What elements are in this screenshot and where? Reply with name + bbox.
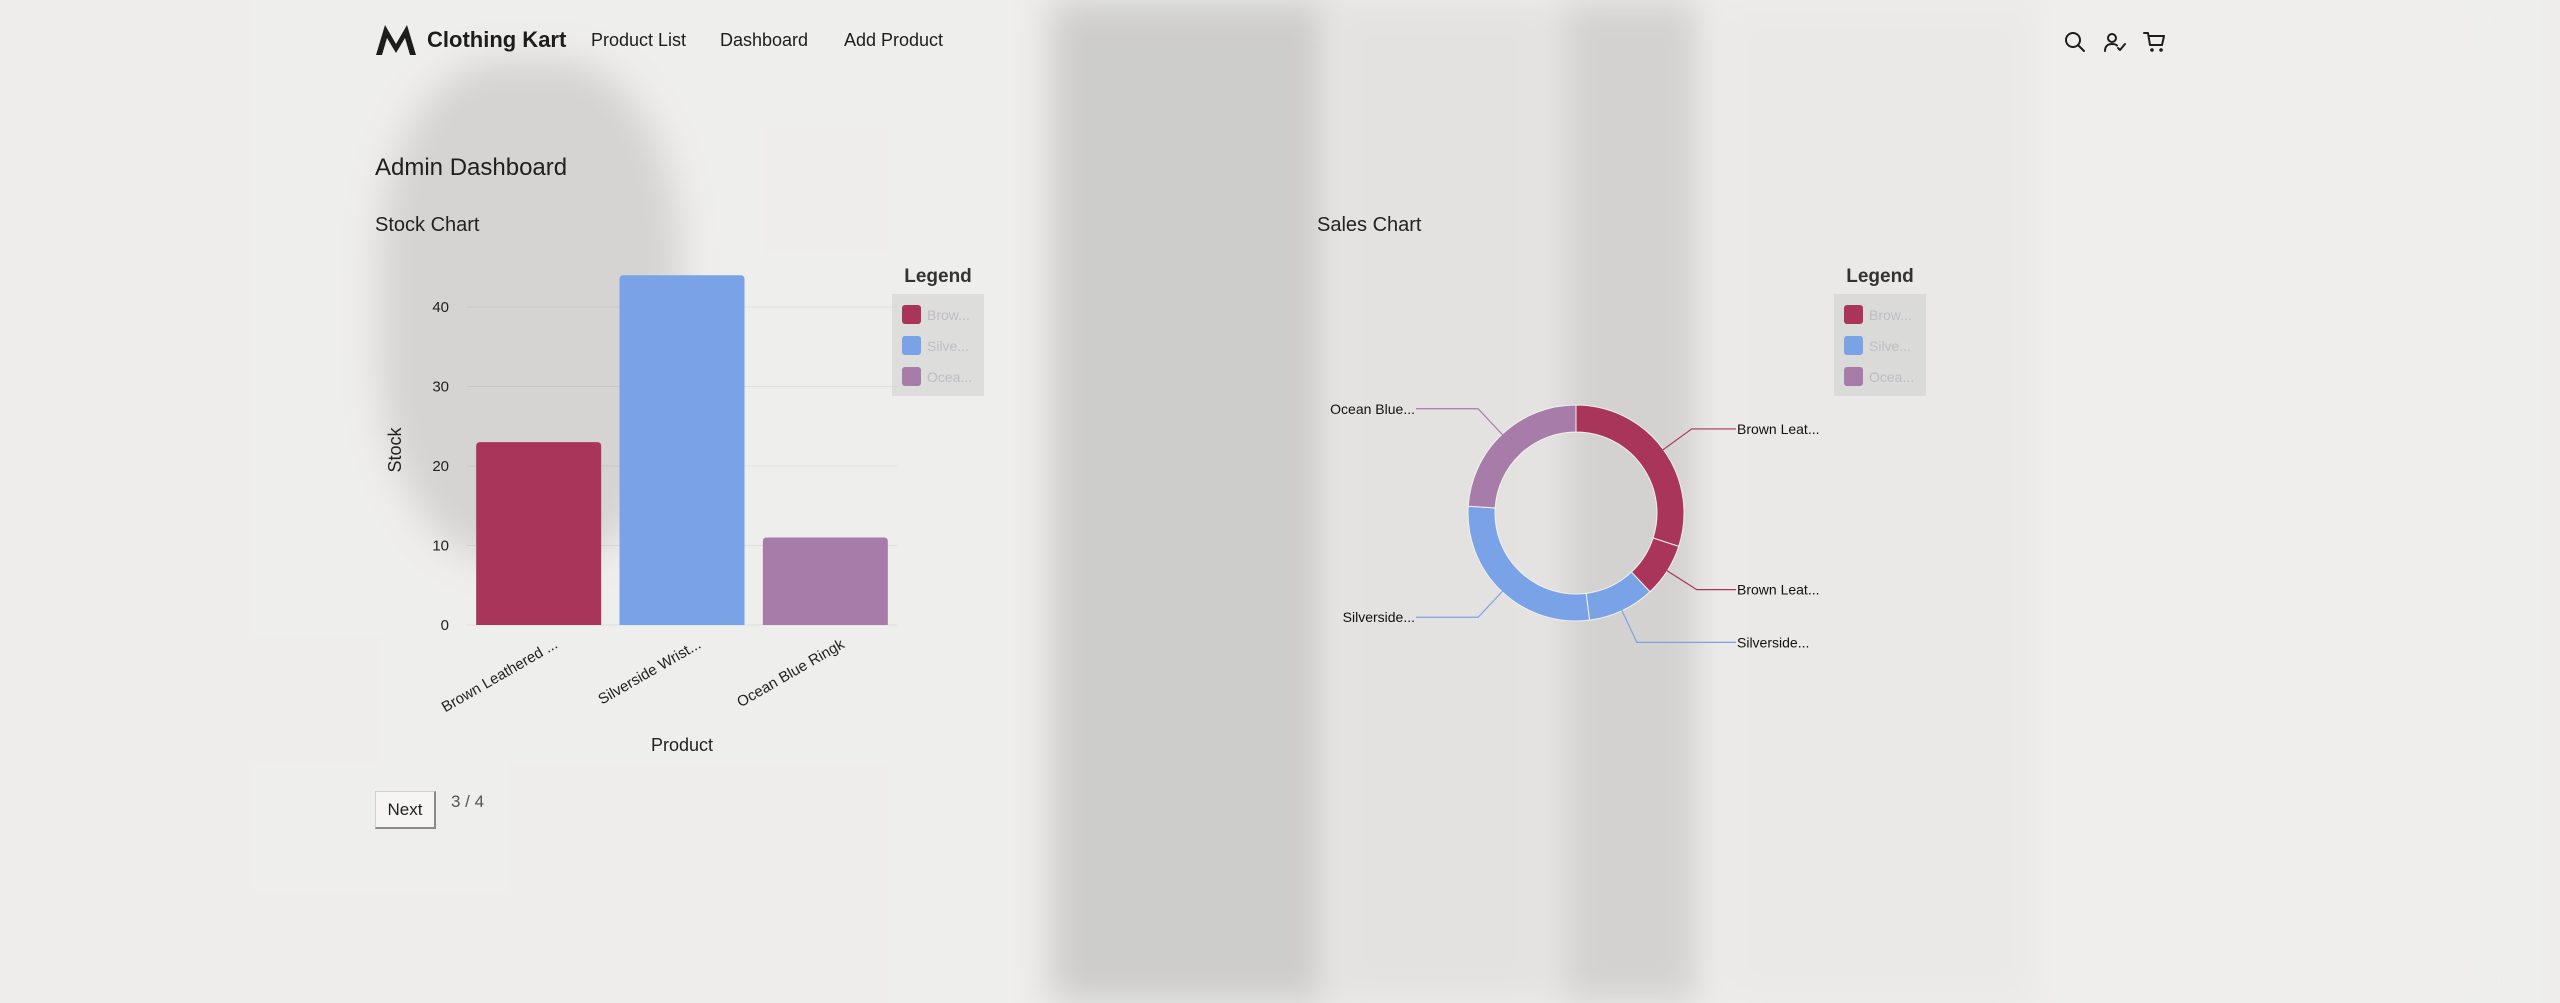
legend-swatch [902, 305, 921, 324]
legend-title: Legend [904, 266, 972, 287]
next-button[interactable]: Next [375, 791, 436, 829]
slice-label: Silverside... [1343, 609, 1415, 625]
legend-item-silver[interactable]: Silve... [892, 330, 984, 361]
bar[interactable] [619, 275, 745, 625]
cart-icon[interactable] [2143, 30, 2167, 54]
x-tick-label: Ocean Blue Ringk [734, 635, 848, 710]
page-title: Admin Dashboard [375, 154, 568, 181]
slice-label: Brown Leat... [1737, 582, 1820, 598]
legend-swatch [1844, 336, 1863, 355]
legend-label: Brow... [927, 306, 970, 323]
legend-swatch [902, 367, 921, 386]
legend-label: Silve... [1869, 337, 1912, 354]
page-indicator: 3 / 4 [451, 792, 485, 811]
legend-label: Ocea... [927, 368, 973, 385]
legend-label: Brow... [1869, 306, 1912, 323]
legend-item-ocean[interactable]: Ocea... [1834, 361, 1926, 392]
nav-dashboard[interactable]: Dashboard [720, 30, 808, 51]
donut-slice[interactable] [1575, 404, 1685, 548]
slice-label: Brown Leat... [1737, 421, 1820, 437]
leader-line [1416, 589, 1504, 618]
stock-chart-title: Stock Chart [375, 214, 480, 236]
nav-product-list[interactable]: Product List [591, 30, 686, 51]
y-tick-label: 0 [441, 617, 449, 634]
sales-chart-title: Sales Chart [1317, 214, 1422, 236]
y-tick-label: 40 [432, 299, 449, 316]
legend-label: Ocea... [1869, 368, 1915, 385]
legend-swatch [902, 336, 921, 355]
x-axis-title: Product [651, 735, 713, 755]
sales-donut-chart: Brown Leat... Brown Leat... Silverside... S… [1330, 401, 1820, 651]
legend-label: Silve... [927, 337, 970, 354]
bar[interactable] [762, 537, 888, 625]
slice-label: Silverside... [1737, 634, 1809, 650]
legend-item-silver[interactable]: Silve... [1834, 330, 1926, 361]
y-tick-label: 10 [432, 538, 449, 555]
x-tick-label: Brown Leathered ... [439, 636, 561, 716]
y-tick-label: 20 [432, 458, 449, 475]
leader-line [1416, 408, 1504, 437]
brand-name: Clothing Kart [427, 27, 567, 52]
leader-line [1665, 569, 1736, 591]
brand-logo[interactable]: Clothing Kart [375, 24, 566, 56]
legend-item-brown[interactable]: Brow... [892, 299, 984, 330]
x-tick-label: Silverside Wrist... [595, 636, 704, 709]
bar[interactable] [476, 442, 602, 625]
y-axis-title: Stock [385, 426, 405, 472]
donut-slice[interactable] [1467, 404, 1577, 509]
legend-swatch [1844, 305, 1863, 324]
nav-add-product[interactable]: Add Product [844, 30, 943, 51]
legend-swatch [1844, 367, 1863, 386]
stock-chart-legend: Legend Brow... Silve... Ocea... [892, 266, 984, 396]
user-check-icon[interactable] [2103, 30, 2127, 54]
donut-slice[interactable] [1467, 505, 1591, 622]
leader-line [1661, 428, 1736, 452]
legend-item-brown[interactable]: Brow... [1834, 299, 1926, 330]
leader-line [1620, 608, 1736, 643]
stock-bar-chart: 0 10 20 30 40 Brown Leathered ... Silverside W… [385, 275, 897, 755]
sales-chart-legend: Legend Brow... Silve... Ocea... [1834, 266, 1926, 396]
slice-label: Ocean Blue... [1330, 401, 1415, 417]
search-icon[interactable] [2063, 30, 2087, 54]
y-tick-label: 30 [432, 379, 449, 396]
brand-mark-icon [376, 25, 416, 55]
legend-title: Legend [1846, 266, 1914, 287]
legend-item-ocean[interactable]: Ocea... [892, 361, 984, 392]
